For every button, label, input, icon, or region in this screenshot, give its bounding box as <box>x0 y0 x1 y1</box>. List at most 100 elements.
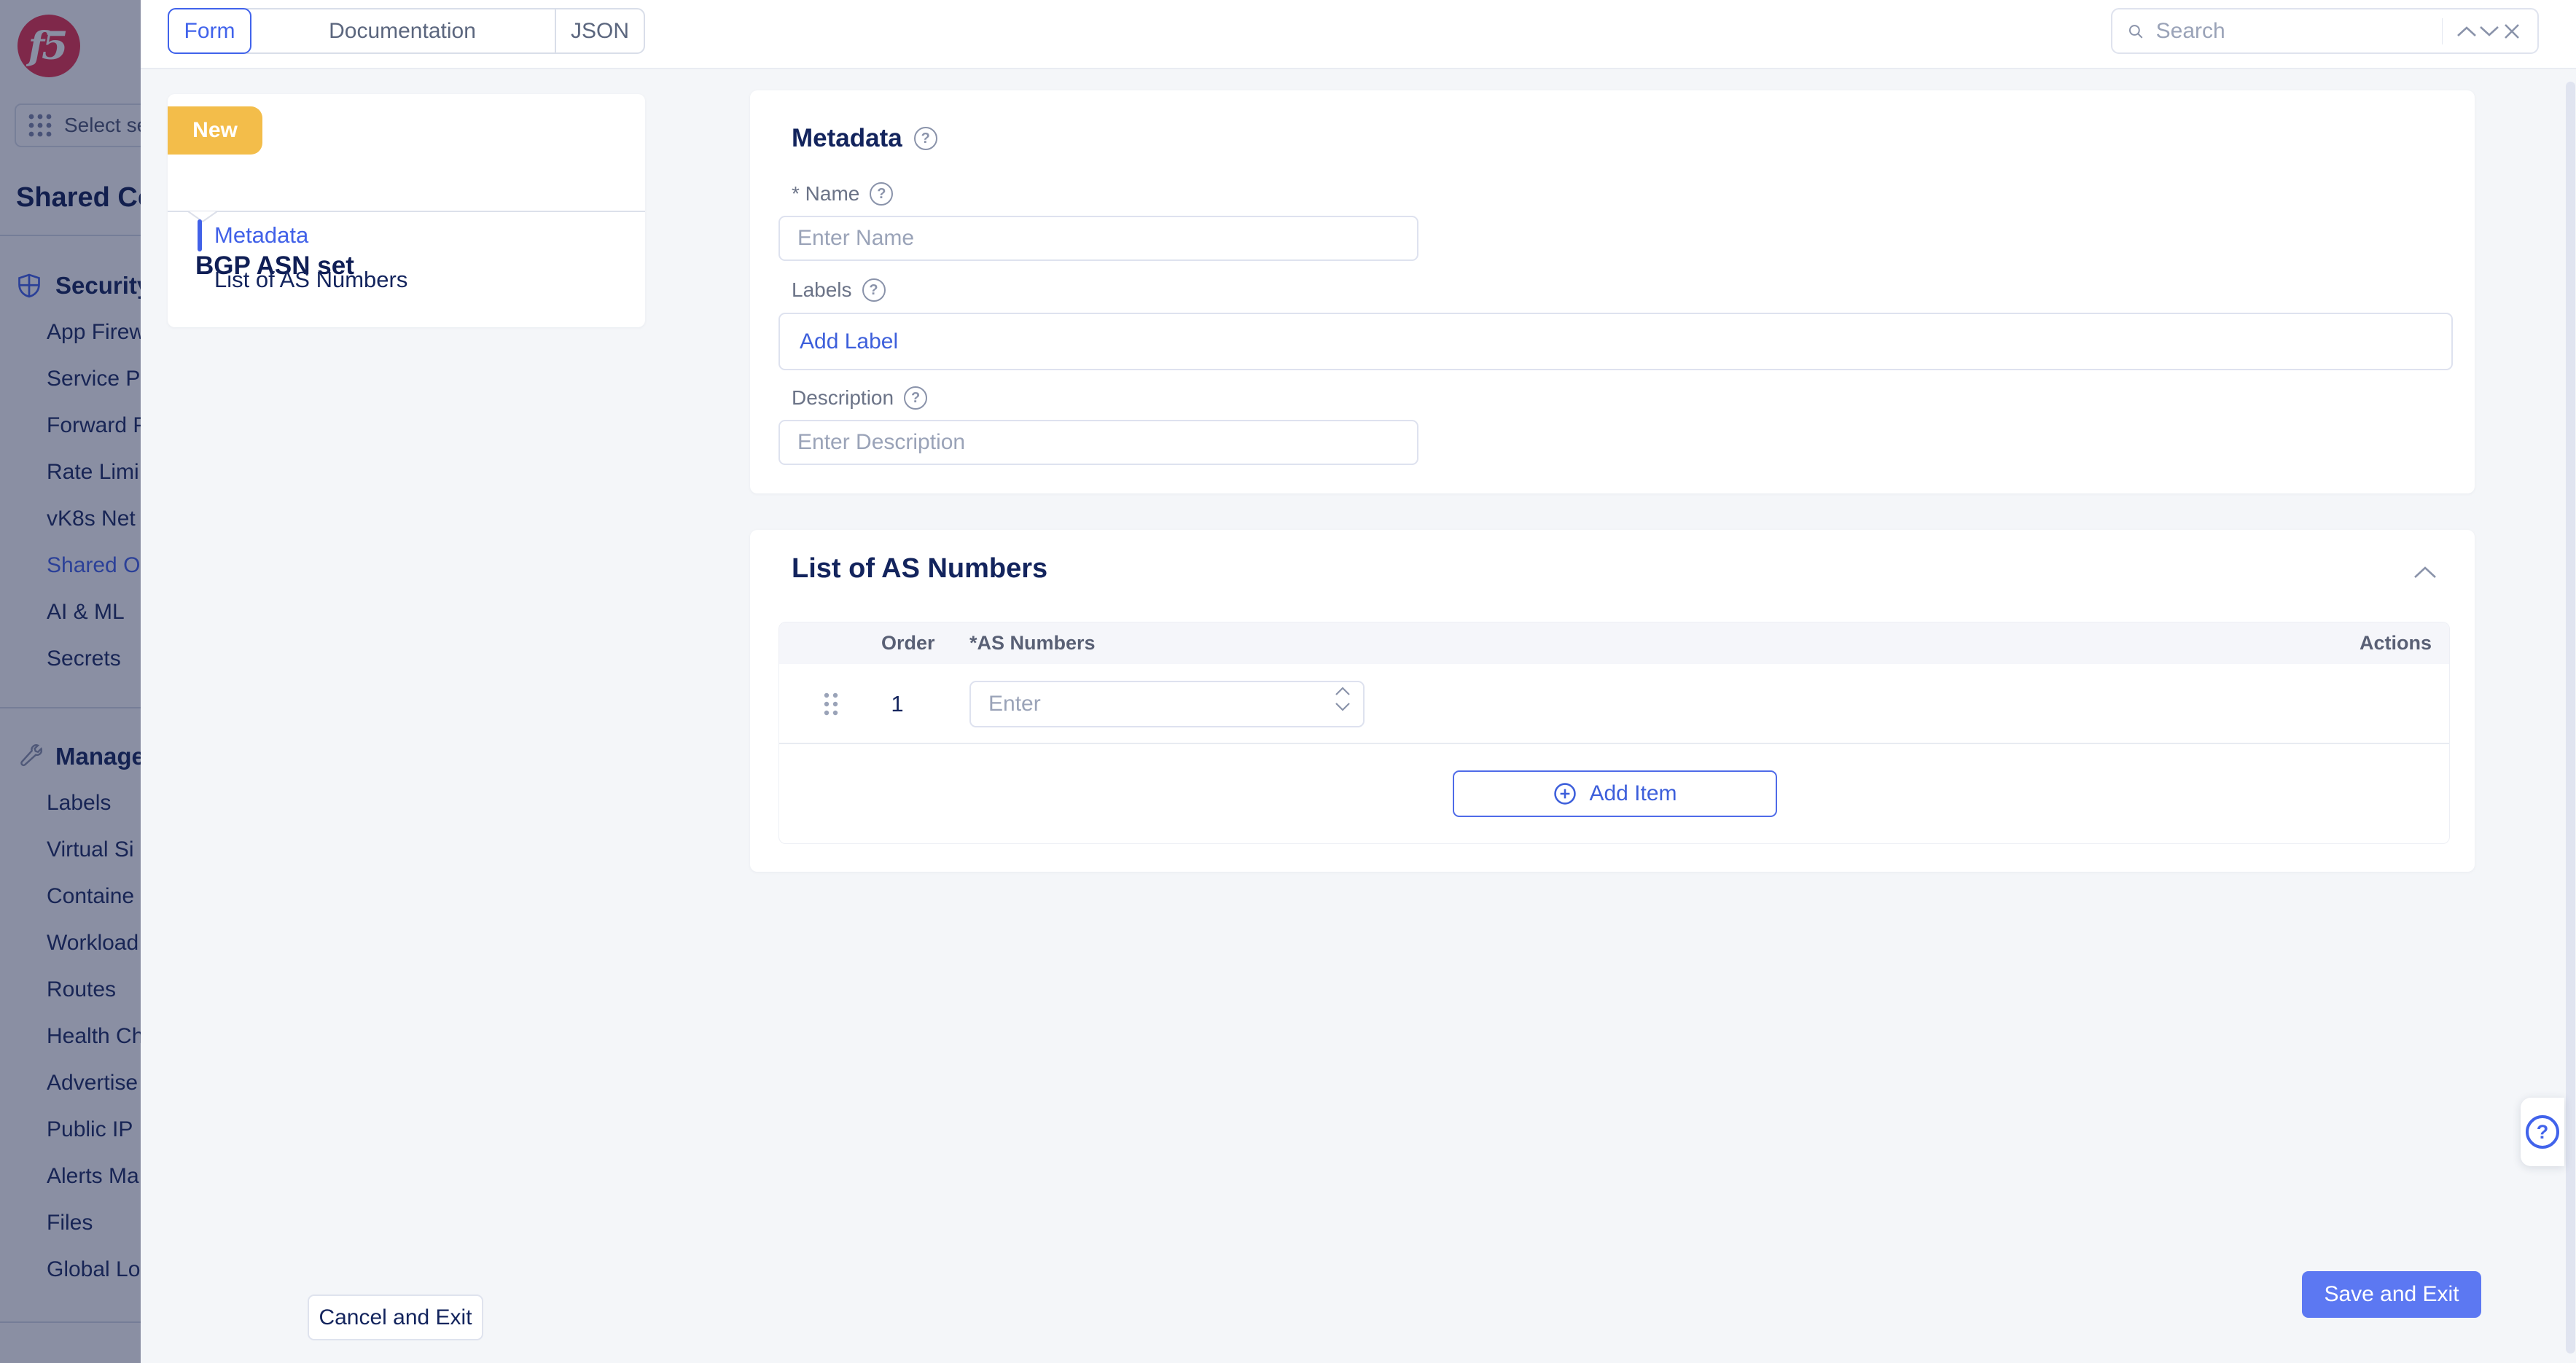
tab-form[interactable]: Form <box>168 8 251 54</box>
sidebar-security-items: App Firew Service P Forward P Rate Limi … <box>0 309 141 682</box>
sidebar-header-manage[interactable]: Manage <box>0 733 141 780</box>
help-icon[interactable]: ? <box>862 278 886 302</box>
sidebar-item-label: Files <box>47 1211 93 1235</box>
sidebar-item[interactable]: Health Ch <box>0 1013 141 1060</box>
chevron-up-icon <box>2413 565 2438 579</box>
help-icon[interactable]: ? <box>914 127 937 150</box>
as-numbers-heading: List of AS Numbers <box>792 553 1047 585</box>
sidebar-item[interactable]: vK8s Net <box>0 496 141 542</box>
sidebar-item[interactable]: Shared O <box>0 542 141 589</box>
panel-divider <box>168 211 645 212</box>
add-label-button[interactable]: Add Label <box>800 329 898 354</box>
help-icon[interactable]: ? <box>904 386 927 410</box>
table-header-row: Order *AS Numbers Actions <box>779 622 2449 664</box>
sidebar-divider <box>0 1321 141 1323</box>
sidebar-section-title: Security <box>55 272 141 300</box>
select-service-button[interactable]: Select se <box>15 104 141 147</box>
sidebar-item[interactable]: Forward P <box>0 402 141 449</box>
sidebar-item[interactable]: Routes <box>0 966 141 1013</box>
f5-logo-text: f5 <box>28 24 70 69</box>
view-tabs: Form Documentation JSON <box>168 8 645 54</box>
sidebar-divider <box>0 707 141 708</box>
sidebar-item[interactable]: Service P <box>0 356 141 402</box>
description-label-row: Description ? <box>792 386 927 410</box>
sidebar-item[interactable]: Rate Limi <box>0 449 141 496</box>
search-input[interactable] <box>2156 19 2438 44</box>
sidebar-item[interactable]: Public IP <box>0 1106 141 1153</box>
sidebar-divider <box>0 235 141 236</box>
sidebar-item-label: Alerts Ma <box>47 1164 139 1188</box>
as-numbers-table: Order *AS Numbers Actions 1 A <box>778 622 2450 844</box>
sidebar-item-label: Service P <box>47 367 140 391</box>
sidebar-item[interactable]: Labels <box>0 780 141 827</box>
active-indicator-bar <box>198 219 202 251</box>
as-numbers-section: List of AS Numbers Order *AS Numbers Act… <box>750 530 2475 872</box>
sidebar: f5 Select se Shared Co Security App Fire… <box>0 0 141 1363</box>
number-stepper[interactable] <box>1335 687 1351 711</box>
form-nav-item-as-numbers[interactable]: List of AS Numbers <box>168 264 645 296</box>
add-item-button[interactable]: Add Item <box>1453 770 1777 817</box>
sidebar-header-security[interactable]: Security <box>0 262 141 309</box>
wrench-icon <box>16 743 42 770</box>
labels-field: Add Label <box>778 313 2453 370</box>
metadata-heading: Metadata <box>792 124 902 153</box>
collapse-section-button[interactable] <box>2409 556 2441 588</box>
as-numbers-heading-row: List of AS Numbers <box>792 553 1047 585</box>
labels-label: Labels <box>792 278 852 302</box>
tab-documentation[interactable]: Documentation <box>250 9 556 52</box>
sidebar-section-security: Security App Firew Service P Forward P R… <box>0 262 141 682</box>
stepper-down-icon[interactable] <box>1335 702 1351 711</box>
sidebar-item[interactable]: Advertise <box>0 1060 141 1106</box>
metadata-heading-row: Metadata ? <box>792 124 937 153</box>
description-label: Description <box>792 386 894 410</box>
name-label-row: * Name ? <box>792 182 893 206</box>
sidebar-item-label: App Firew <box>47 320 141 344</box>
sidebar-item[interactable]: Containe <box>0 873 141 920</box>
sidebar-manage-items: Labels Virtual Si Containe Workload Rout… <box>0 780 141 1293</box>
sidebar-item[interactable]: Workload <box>0 920 141 966</box>
sidebar-item-label: Rate Limi <box>47 460 139 484</box>
sidebar-item[interactable]: Global Lo <box>0 1246 141 1293</box>
sidebar-item-label: Labels <box>47 791 111 815</box>
sidebar-item[interactable]: Virtual Si <box>0 827 141 873</box>
save-and-exit-button[interactable]: Save and Exit <box>2302 1271 2481 1318</box>
form-nav-panel: New BGP ASN set Metadata List of AS Numb… <box>168 94 645 327</box>
sidebar-item[interactable]: Secrets <box>0 636 141 682</box>
search-next-button[interactable] <box>2478 15 2501 47</box>
find-search-bar <box>2111 8 2539 54</box>
form-nav-item-metadata[interactable]: Metadata <box>168 219 645 251</box>
vertical-scrollbar[interactable] <box>2566 82 2575 1354</box>
table-row: 1 <box>779 664 2449 744</box>
select-service-label: Select se <box>64 114 141 137</box>
sidebar-item[interactable]: AI & ML <box>0 589 141 636</box>
labels-label-row: Labels ? <box>792 278 886 302</box>
stepper-up-icon[interactable] <box>1335 687 1351 696</box>
sidebar-item-label: Forward P <box>47 413 141 437</box>
description-input[interactable] <box>778 420 1418 465</box>
tab-json[interactable]: JSON <box>556 9 644 52</box>
chevron-up-icon <box>2456 25 2478 38</box>
f5-logo[interactable]: f5 <box>17 15 80 77</box>
grid-icon <box>28 113 52 138</box>
cancel-and-exit-button[interactable]: Cancel and Exit <box>308 1294 483 1340</box>
drag-handle-icon[interactable] <box>823 692 839 716</box>
name-label: * Name <box>792 182 859 206</box>
shield-icon <box>16 273 42 299</box>
sidebar-item-label: Secrets <box>47 647 121 671</box>
search-prev-button[interactable] <box>2456 15 2478 47</box>
name-input[interactable] <box>778 216 1418 261</box>
column-header-order: Order <box>881 632 935 655</box>
plus-circle-icon <box>1553 781 1577 806</box>
sidebar-item[interactable]: Alerts Ma <box>0 1153 141 1200</box>
help-fab-button[interactable]: ? <box>2521 1098 2564 1166</box>
sidebar-item[interactable]: Files <box>0 1200 141 1246</box>
sidebar-item-label: Shared O <box>47 553 140 577</box>
sidebar-item[interactable]: App Firew <box>0 309 141 356</box>
sidebar-item-label: Advertise <box>47 1071 138 1095</box>
search-close-button[interactable] <box>2500 15 2523 47</box>
help-icon[interactable]: ? <box>870 182 893 206</box>
workspace-title: Shared Co <box>16 182 141 214</box>
sidebar-item-label: AI & ML <box>47 600 125 624</box>
sidebar-section-title: Manage <box>55 743 141 770</box>
as-number-input[interactable] <box>969 681 1365 727</box>
